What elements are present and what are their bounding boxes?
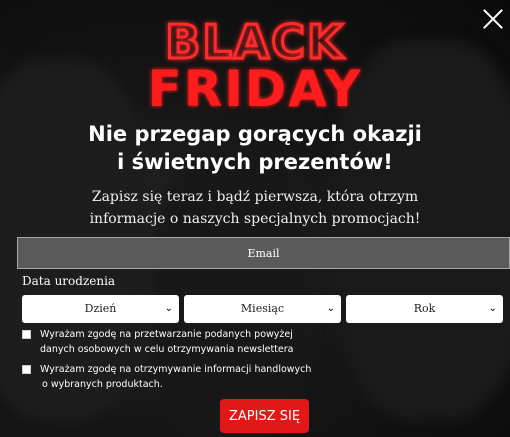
day-select[interactable]: Dzień ⌄ <box>22 295 179 323</box>
marketing-consent-text: Wyrażam zgodę na otrzymywanie informacji… <box>40 362 311 392</box>
consent-line: Wyrażam zgodę na otrzymywanie informacji… <box>40 364 312 375</box>
logo-line-2: FRIDAY <box>148 60 363 110</box>
consent-line: o wybranych produktach. <box>42 379 163 390</box>
email-field[interactable] <box>17 237 510 269</box>
newsletter-consent-checkbox[interactable] <box>22 330 31 339</box>
subheadline: Zapisz się teraz i bądź pierwsza, która … <box>0 186 510 230</box>
marketing-consent-checkbox[interactable] <box>22 365 31 374</box>
birthdate-label: Data urodzenia <box>22 274 116 288</box>
subscribe-button[interactable]: ZAPISZ SIĘ <box>220 399 309 433</box>
black-friday-logo: BLACK FRIDAY <box>0 14 510 110</box>
newsletter-modal: BLACK FRIDAY Nie przegap gorących okazji… <box>0 0 510 437</box>
headline-line-1: Nie przegap gorących okazji <box>88 122 422 146</box>
month-select-value: Miesiąc <box>240 302 285 315</box>
subheadline-line-1: Zapisz się teraz i bądź pierwsza, która … <box>91 189 419 205</box>
newsletter-consent-text: Wyrażam zgodę na przetwarzanie podanych … <box>40 327 293 357</box>
month-select[interactable]: Miesiąc ⌄ <box>184 295 341 323</box>
day-select-value: Dzień <box>84 302 117 315</box>
chevron-down-icon: ⌄ <box>326 303 335 314</box>
chevron-down-icon: ⌄ <box>488 303 497 314</box>
consent-line: Wyrażam zgodę na przetwarzanie podanych … <box>40 329 293 340</box>
headline: Nie przegap gorących okazji i świetnych … <box>0 120 510 176</box>
subheadline-line-2: informacje o naszych specjalnych promocj… <box>89 211 421 227</box>
year-select-value: Rok <box>413 302 436 315</box>
consent-line: danych osobowych w celu otrzymywania new… <box>40 344 294 355</box>
headline-line-2: i świetnych prezentów! <box>117 150 393 174</box>
chevron-down-icon: ⌄ <box>164 303 173 314</box>
year-select[interactable]: Rok ⌄ <box>346 295 503 323</box>
